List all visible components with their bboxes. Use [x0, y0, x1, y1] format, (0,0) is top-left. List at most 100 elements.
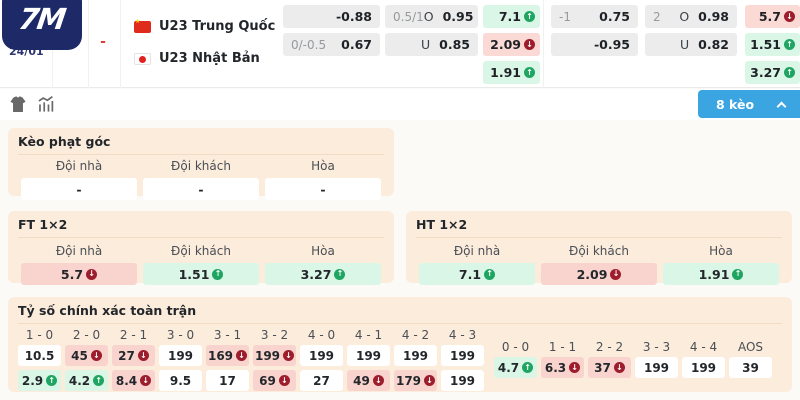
score-odds-cell[interactable]: 27: [112, 345, 155, 366]
ht-away-odds-cell[interactable]: 2.09: [541, 263, 657, 285]
handicap-odds-cell[interactable]: 0/-0.5 0.67: [283, 33, 380, 56]
score-odds-cell[interactable]: 179: [394, 370, 437, 391]
one-x-two-odds-cell[interactable]: 5.7: [745, 5, 800, 28]
correct-score-title: Tỷ số chính xác toàn trận: [18, 304, 782, 324]
score-odds-cell[interactable]: 199: [441, 345, 484, 366]
jersey-icon[interactable]: [9, 96, 27, 113]
score-label: 4 - 0: [300, 329, 343, 342]
score-odds-cell[interactable]: 27: [300, 370, 343, 391]
trend-down-icon: [283, 350, 294, 361]
trend-up-icon: [334, 269, 345, 280]
handicap-odds-cell[interactable]: -1 0.75: [551, 5, 638, 28]
score-odds-cell[interactable]: 199: [635, 357, 678, 378]
score-odds-cell[interactable]: 9.5: [159, 370, 202, 391]
score-label: 4 - 3: [441, 329, 484, 342]
score-odds-cell[interactable]: 17: [206, 370, 249, 391]
ft-home-odds-cell[interactable]: 5.7: [21, 263, 137, 285]
score-odds-cell[interactable]: 37: [588, 357, 631, 378]
one-x-two-odds-cell[interactable]: 1.51: [745, 33, 800, 56]
odds-group: O 0.98: [679, 9, 729, 24]
odds-value: 39: [742, 361, 759, 375]
score-label: 3 - 3: [635, 341, 678, 354]
trend-down-icon: [236, 350, 247, 361]
odds-value: 27: [313, 374, 330, 388]
odds-value: 10.5: [25, 349, 55, 363]
total-line: 2: [653, 10, 661, 24]
odds-value: 199: [450, 374, 475, 388]
corner-home-odds-cell[interactable]: -: [21, 178, 137, 200]
odds-value: 3.27: [750, 65, 781, 80]
brand-logo[interactable]: 7M: [2, 0, 82, 50]
ht-draw-odds-cell[interactable]: 1.91: [663, 263, 779, 285]
odds-value: 179: [396, 374, 421, 388]
handicap-odds-cell[interactable]: -0.95: [551, 33, 638, 56]
over-under-side: U: [421, 37, 430, 52]
score-odds-cell[interactable]: 169: [206, 345, 249, 366]
stats-chart-icon[interactable]: [37, 96, 55, 113]
score-odds-cell[interactable]: 39: [729, 357, 772, 378]
odds-value: 3.27: [301, 267, 332, 282]
trend-down-icon: [614, 362, 625, 373]
score-odds-cell[interactable]: 69: [253, 370, 296, 391]
trend-down-icon: [373, 375, 384, 386]
score-odds-cell[interactable]: 199: [394, 345, 437, 366]
odds-group-divider: [543, 0, 544, 88]
score-odds-cell[interactable]: 45: [65, 345, 108, 366]
one-x-two-odds-cell[interactable]: 7.1: [483, 5, 540, 28]
trend-down-icon: [138, 350, 149, 361]
score-odds-cell[interactable]: 4.2: [65, 370, 108, 391]
odds-value: 1.91: [699, 267, 730, 282]
score-odds-cell[interactable]: 10.5: [18, 345, 61, 366]
odds-count-button[interactable]: 8 kèo: [698, 90, 800, 118]
home-team-row[interactable]: U23 Trung Quốc: [134, 15, 275, 38]
score-column: 3 - 1 169 17: [206, 329, 249, 395]
score-odds-cell[interactable]: 2.9: [18, 370, 61, 391]
trend-down-icon: [784, 11, 795, 22]
one-x-two-odds-cell[interactable]: 2.09: [483, 33, 540, 56]
score-odds-cell[interactable]: 6.3: [541, 357, 584, 378]
odds-value: 6.3: [545, 361, 566, 375]
score-column: 4 - 3 199 199: [441, 329, 484, 395]
score-odds-cell[interactable]: 199: [441, 370, 484, 391]
score-odds-cell[interactable]: 199: [682, 357, 725, 378]
ft-away-odds-cell[interactable]: 1.51: [143, 263, 259, 285]
score-odds-cell[interactable]: 4.7: [494, 357, 537, 378]
away-team-name: U23 Nhật Bản: [159, 51, 260, 66]
score-column: 1 - 1 6.3: [541, 341, 584, 395]
over-under-side: O: [424, 9, 434, 24]
odds-value: 49: [353, 374, 370, 388]
score-column: 3 - 0 199 9.5: [159, 329, 202, 395]
odds-value: 7.1: [499, 9, 521, 24]
trend-down-icon: [86, 269, 97, 280]
corner-draw-odds-cell[interactable]: -: [265, 178, 381, 200]
trend-up-icon: [784, 39, 795, 50]
score-odds-cell[interactable]: 49: [347, 370, 390, 391]
trend-up-icon: [93, 375, 104, 386]
over-under-odds-cell[interactable]: U 0.85: [385, 33, 478, 56]
trend-down-icon: [524, 39, 535, 50]
score-column: 2 - 0 45 4.2: [65, 329, 108, 395]
odds-group: U 0.85: [421, 37, 470, 52]
score-label: 3 - 1: [206, 329, 249, 342]
handicap-odds-cell[interactable]: -0.88: [283, 5, 380, 28]
corner-away-odds-cell[interactable]: -: [143, 178, 259, 200]
away-team-row[interactable]: U23 Nhật Bản: [134, 47, 275, 70]
ft-draw-odds-cell[interactable]: 3.27: [265, 263, 381, 285]
odds-value: 199: [309, 349, 334, 363]
score-label: AOS: [729, 341, 772, 354]
score-odds-cell[interactable]: 199: [159, 345, 202, 366]
score-odds-cell[interactable]: 199: [300, 345, 343, 366]
score-label: 4 - 1: [347, 329, 390, 342]
one-x-two-odds-cell[interactable]: 1.91: [483, 61, 540, 84]
score-odds-cell[interactable]: 199: [347, 345, 390, 366]
score-odds-cell[interactable]: 8.4: [112, 370, 155, 391]
score-column: 1 - 0 10.5 2.9: [18, 329, 61, 395]
over-under-odds-cell[interactable]: 2 O 0.98: [645, 5, 737, 28]
ht-home-odds-cell[interactable]: 7.1: [419, 263, 535, 285]
odds-value: 4.2: [69, 374, 90, 388]
score-odds-cell[interactable]: 199: [253, 345, 296, 366]
over-under-odds-cell[interactable]: U 0.82: [645, 33, 737, 56]
trend-down-icon: [91, 350, 102, 361]
one-x-two-odds-cell[interactable]: 3.27: [745, 61, 800, 84]
over-under-odds-cell[interactable]: 0.5/1 O 0.95: [385, 5, 478, 28]
